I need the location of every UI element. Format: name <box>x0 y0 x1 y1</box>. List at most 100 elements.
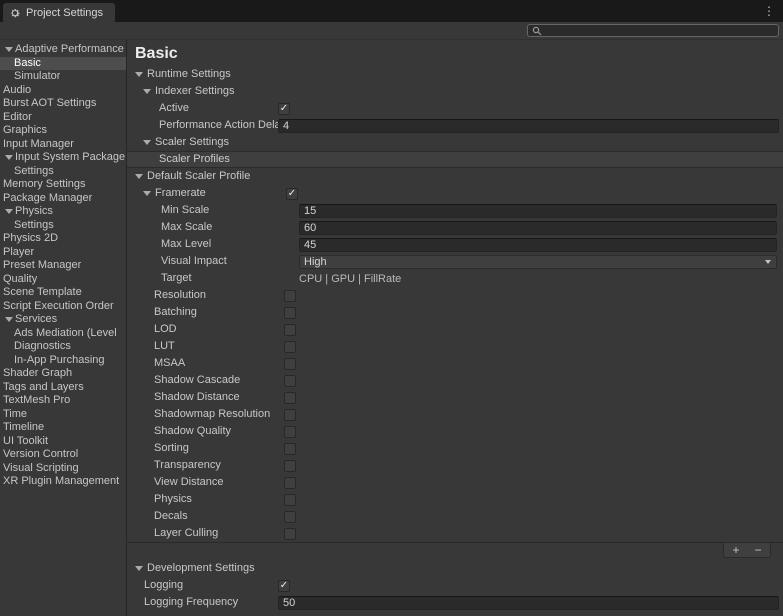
sidebar-item-visual-scripting[interactable]: Visual Scripting <box>0 462 126 476</box>
foldout-arrow-icon[interactable] <box>142 140 151 145</box>
active-checkbox[interactable] <box>278 103 290 115</box>
foldout-arrow-icon[interactable] <box>3 47 15 52</box>
scaler-checkbox[interactable] <box>284 426 296 438</box>
scaler-row-physics: Physics <box>127 491 783 508</box>
indexer-settings-foldout[interactable]: Indexer Settings <box>127 83 783 100</box>
sidebar-item-label: Settings <box>14 165 54 178</box>
visual-impact-dropdown[interactable]: High <box>299 255 777 269</box>
foldout-arrow-icon[interactable] <box>3 317 15 322</box>
scaler-checkbox[interactable] <box>284 324 296 336</box>
sidebar-item-ads-mediation-level[interactable]: Ads Mediation (Level <box>0 327 126 341</box>
sidebar-item-time[interactable]: Time <box>0 408 126 422</box>
foldout-arrow-icon[interactable] <box>142 191 151 196</box>
sidebar-item-diagnostics[interactable]: Diagnostics <box>0 340 126 354</box>
sidebar-item-shader-graph[interactable]: Shader Graph <box>0 367 126 381</box>
max-scale-field[interactable] <box>299 221 777 235</box>
performance-action-delay-field[interactable] <box>278 119 779 133</box>
sidebar-item-label: Quality <box>3 273 37 286</box>
sidebar-item-basic[interactable]: Basic <box>0 57 126 71</box>
scaler-checkbox[interactable] <box>284 528 296 540</box>
sidebar-item-preset-manager[interactable]: Preset Manager <box>0 259 126 273</box>
scaler-checkbox[interactable] <box>284 460 296 472</box>
remove-button[interactable]: − <box>748 544 768 557</box>
sidebar-item-editor[interactable]: Editor <box>0 111 126 125</box>
sidebar-item-audio[interactable]: Audio <box>0 84 126 98</box>
runtime-settings-foldout[interactable]: Runtime Settings <box>127 66 783 83</box>
sidebar-item-physics-2d[interactable]: Physics 2D <box>0 232 126 246</box>
scaler-settings-foldout[interactable]: Scaler Settings <box>127 134 783 151</box>
foldout-arrow-icon[interactable] <box>3 155 15 160</box>
scaler-checkbox[interactable] <box>284 443 296 455</box>
scaler-label: Layer Culling <box>127 526 284 541</box>
search-input[interactable] <box>545 25 774 36</box>
scaler-checkbox[interactable] <box>284 358 296 370</box>
foldout-arrow-icon[interactable] <box>3 209 15 214</box>
sidebar-item-textmesh-pro[interactable]: TextMesh Pro <box>0 394 126 408</box>
foldout-arrow-icon[interactable] <box>134 72 143 77</box>
scaler-checkbox[interactable] <box>284 409 296 421</box>
framerate-foldout[interactable]: Framerate <box>127 186 286 201</box>
sidebar-item-settings[interactable]: Settings <box>0 165 126 179</box>
search-box[interactable] <box>527 24 779 37</box>
scaler-label: LOD <box>127 322 284 337</box>
sidebar-item-quality[interactable]: Quality <box>0 273 126 287</box>
sidebar-item-adaptive-performance[interactable]: Adaptive Performance <box>0 43 126 57</box>
sidebar-item-input-manager[interactable]: Input Manager <box>0 138 126 152</box>
scaler-checkbox[interactable] <box>284 392 296 404</box>
sidebar-item-label: In-App Purchasing <box>14 354 105 367</box>
scaler-row-decals: Decals <box>127 508 783 525</box>
scaler-checkbox[interactable] <box>284 477 296 489</box>
sidebar-item-simulator[interactable]: Simulator <box>0 70 126 84</box>
scaler-profiles-header[interactable]: Scaler Profiles <box>127 151 783 168</box>
max-level-label: Max Level <box>127 237 299 252</box>
max-level-row: Max Level <box>127 236 783 253</box>
sidebar-item-version-control[interactable]: Version Control <box>0 448 126 462</box>
sidebar-item-graphics[interactable]: Graphics <box>0 124 126 138</box>
sidebar-item-timeline[interactable]: Timeline <box>0 421 126 435</box>
sidebar-item-package-manager[interactable]: Package Manager <box>0 192 126 206</box>
sidebar-item-in-app-purchasing[interactable]: In-App Purchasing <box>0 354 126 368</box>
sidebar-item-physics[interactable]: Physics <box>0 205 126 219</box>
sidebar-item-burst-aot-settings[interactable]: Burst AOT Settings <box>0 97 126 111</box>
sidebar-item-label: Time <box>3 408 27 421</box>
scaler-checkbox[interactable] <box>284 511 296 523</box>
tab-project-settings[interactable]: Project Settings <box>3 3 115 22</box>
sidebar-item-label: Visual Scripting <box>3 462 79 475</box>
scaler-checkbox[interactable] <box>284 307 296 319</box>
sidebar-item-player[interactable]: Player <box>0 246 126 260</box>
default-scaler-profile-foldout[interactable]: Default Scaler Profile <box>127 168 783 185</box>
settings-toolbar <box>0 22 783 40</box>
min-scale-field[interactable] <box>299 204 777 218</box>
sidebar-item-label: Physics <box>15 205 53 218</box>
sidebar-item-xr-plugin-management[interactable]: XR Plugin Management <box>0 475 126 489</box>
scaler-checkbox[interactable] <box>284 341 296 353</box>
kebab-menu-icon[interactable]: ⋮ <box>762 3 776 19</box>
scaler-checkbox[interactable] <box>284 494 296 506</box>
sidebar-item-label: Adaptive Performance <box>15 43 124 56</box>
logging-checkbox[interactable] <box>278 580 290 592</box>
foldout-arrow-icon[interactable] <box>134 566 143 571</box>
framerate-checkbox[interactable] <box>286 188 298 200</box>
scaler-checkbox[interactable] <box>284 290 296 302</box>
sidebar-item-ui-toolkit[interactable]: UI Toolkit <box>0 435 126 449</box>
sidebar-item-script-execution-order[interactable]: Script Execution Order <box>0 300 126 314</box>
sidebar-item-label: Player <box>3 246 34 259</box>
max-scale-label: Max Scale <box>127 220 299 235</box>
scaler-checkbox[interactable] <box>284 375 296 387</box>
sidebar-item-scene-template[interactable]: Scene Template <box>0 286 126 300</box>
visual-impact-value: High <box>304 256 327 268</box>
sidebar-item-settings[interactable]: Settings <box>0 219 126 233</box>
foldout-arrow-icon[interactable] <box>142 89 151 94</box>
sidebar-item-label: Basic <box>14 57 41 70</box>
sidebar-item-input-system-package[interactable]: Input System Package <box>0 151 126 165</box>
development-settings-foldout[interactable]: Development Settings <box>127 560 783 577</box>
sidebar-item-services[interactable]: Services <box>0 313 126 327</box>
foldout-arrow-icon[interactable] <box>134 174 143 179</box>
add-button[interactable]: + <box>726 544 746 557</box>
logging-frequency-field[interactable] <box>278 596 779 610</box>
scaler-row-shadow-cascade: Shadow Cascade <box>127 372 783 389</box>
max-level-field[interactable] <box>299 238 777 252</box>
sidebar-item-tags-and-layers[interactable]: Tags and Layers <box>0 381 126 395</box>
sidebar-item-memory-settings[interactable]: Memory Settings <box>0 178 126 192</box>
scaler-row-shadowmap-resolution: Shadowmap Resolution <box>127 406 783 423</box>
